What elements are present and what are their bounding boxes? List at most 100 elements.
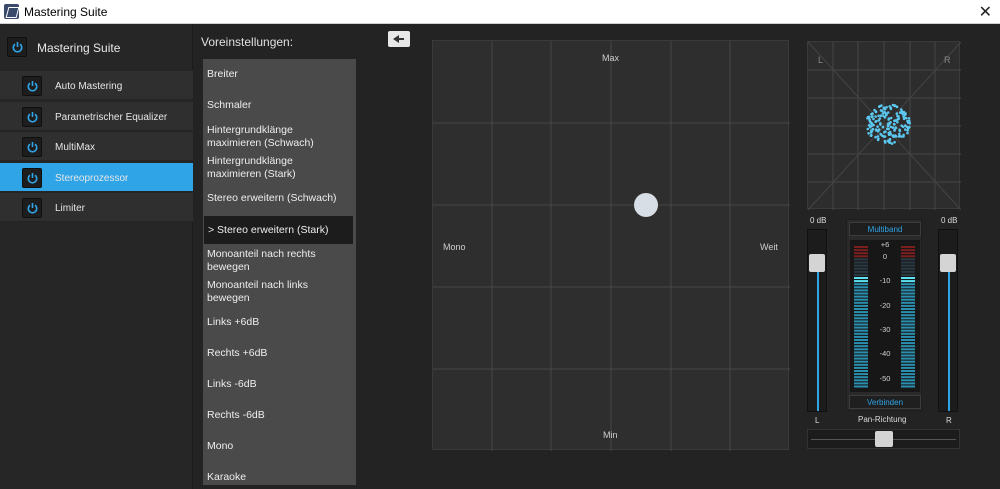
scope-sample bbox=[895, 112, 899, 115]
meter-segment bbox=[854, 304, 868, 307]
meter-segment bbox=[901, 246, 915, 248]
meter-segment bbox=[854, 320, 868, 323]
scope-sample bbox=[897, 117, 900, 120]
sidebar-item-parametrischer-equalizer[interactable]: Parametrischer Equalizer bbox=[0, 100, 193, 131]
sidebar-header: Mastering Suite bbox=[0, 32, 193, 62]
left-fader-knob[interactable] bbox=[809, 254, 825, 273]
scope-sample bbox=[875, 129, 879, 132]
scope-sample bbox=[908, 119, 911, 123]
meter-segment bbox=[901, 335, 915, 338]
meter-segment bbox=[901, 286, 915, 289]
preset-item[interactable]: Rechts -6dB bbox=[203, 409, 356, 422]
meter-segment bbox=[901, 317, 915, 320]
stage-wide-label: Weit bbox=[760, 242, 778, 252]
meter-segment bbox=[854, 385, 868, 388]
scope-sample bbox=[887, 127, 890, 131]
scope-sample bbox=[891, 126, 895, 129]
meter-segment bbox=[854, 351, 868, 354]
meter-segment bbox=[854, 267, 868, 270]
meter-segment bbox=[901, 370, 915, 372]
sidebar: Mastering Suite Auto Mastering Parametris… bbox=[0, 24, 193, 489]
preset-item[interactable]: Monoanteil nach links bewegen bbox=[203, 279, 356, 305]
sidebar-item-limiter[interactable]: Limiter bbox=[0, 192, 193, 222]
scope-sample bbox=[907, 117, 911, 120]
power-icon[interactable] bbox=[22, 137, 42, 157]
power-icon[interactable] bbox=[22, 167, 42, 188]
stereo-stage[interactable]: Max Min Mono Weit bbox=[432, 40, 790, 451]
preset-item[interactable]: Monoanteil nach rechts bewegen bbox=[203, 248, 356, 274]
preset-item[interactable]: Schmaler bbox=[203, 99, 356, 112]
meter-segment bbox=[854, 366, 868, 369]
stereo-position-handle[interactable] bbox=[634, 193, 658, 217]
scope-sample bbox=[892, 134, 895, 137]
meter-segment bbox=[901, 357, 915, 360]
preset-item[interactable]: Breiter bbox=[203, 68, 356, 81]
left-fader[interactable] bbox=[807, 229, 827, 412]
scope-sample bbox=[888, 130, 892, 134]
scope-sample bbox=[866, 116, 869, 120]
sidebar-item-auto-mastering[interactable]: Auto Mastering bbox=[0, 70, 193, 100]
preset-item[interactable]: Links +6dB bbox=[203, 316, 356, 329]
scope-sample bbox=[877, 114, 880, 118]
close-icon[interactable]: ✕ bbox=[979, 2, 992, 22]
preset-item[interactable]: Karaoke bbox=[203, 471, 356, 484]
scope-sample bbox=[888, 105, 891, 108]
left-channel-label: L bbox=[815, 416, 820, 425]
scope-sample bbox=[874, 115, 877, 118]
collapse-arrow-button[interactable] bbox=[388, 31, 410, 47]
preset-item[interactable]: Hintergrundklänge maximieren (Stark) bbox=[203, 155, 356, 181]
scope-sample bbox=[867, 132, 870, 135]
meter-segment bbox=[901, 360, 915, 363]
link-button[interactable]: Verbinden bbox=[849, 395, 921, 409]
scope-sample bbox=[887, 123, 890, 126]
sidebar-item-stereoprozessor[interactable]: Stereoprozessor bbox=[0, 161, 193, 192]
meter-segment bbox=[901, 376, 915, 379]
meter-segment bbox=[901, 292, 915, 295]
preset-item[interactable]: Rechts +6dB bbox=[203, 347, 356, 360]
stage-min-label: Min bbox=[603, 430, 618, 440]
meter-segment bbox=[901, 298, 915, 301]
sidebar-item-multimax[interactable]: MultiMax bbox=[0, 131, 193, 161]
power-icon[interactable] bbox=[7, 37, 27, 57]
meter-segment bbox=[901, 295, 915, 298]
scope-sample bbox=[877, 105, 881, 108]
preset-item[interactable]: > Stereo erweitern (Stark) bbox=[204, 216, 353, 244]
meter-scale-label: 0 bbox=[882, 252, 888, 261]
vectorscope-graph bbox=[808, 42, 961, 210]
multiband-button[interactable]: Multiband bbox=[849, 222, 921, 236]
scope-sample bbox=[901, 112, 904, 116]
right-fader[interactable] bbox=[938, 229, 958, 412]
meter-segment bbox=[854, 373, 868, 376]
preset-item[interactable]: Hintergrundklänge maximieren (Schwach) bbox=[203, 124, 356, 150]
scope-sample bbox=[898, 128, 901, 131]
preset-item[interactable]: Stereo erweitern (Schwach) bbox=[203, 192, 356, 205]
meter-segment bbox=[854, 360, 868, 363]
vectorscope: L R bbox=[807, 41, 961, 210]
scope-sample bbox=[885, 105, 888, 109]
meter-segment bbox=[901, 339, 915, 341]
meter-segment bbox=[901, 342, 915, 345]
scope-sample bbox=[893, 123, 896, 126]
right-fader-knob[interactable] bbox=[940, 254, 956, 273]
preset-item[interactable]: Mono bbox=[203, 440, 356, 453]
meter-segment bbox=[901, 323, 915, 326]
scope-sample bbox=[895, 105, 899, 109]
meter-segment bbox=[854, 345, 868, 348]
meter-segment bbox=[854, 382, 868, 385]
stage-max-label: Max bbox=[602, 53, 620, 63]
meter-segment bbox=[854, 308, 868, 310]
scope-sample bbox=[893, 128, 897, 131]
sidebar-item-label: MultiMax bbox=[55, 142, 96, 153]
scope-sample bbox=[872, 123, 875, 127]
preset-item[interactable]: Links -6dB bbox=[203, 378, 356, 391]
stage-grid bbox=[433, 41, 790, 451]
pan-slider-knob[interactable] bbox=[874, 431, 893, 447]
scope-sample bbox=[870, 112, 873, 116]
scope-sample bbox=[883, 131, 886, 134]
sidebar-item-label: Stereoprozessor bbox=[55, 172, 129, 184]
pan-slider[interactable] bbox=[807, 429, 960, 449]
power-icon[interactable] bbox=[22, 198, 42, 218]
power-icon[interactable] bbox=[22, 76, 42, 96]
scope-sample bbox=[877, 137, 880, 141]
power-icon[interactable] bbox=[22, 106, 42, 127]
